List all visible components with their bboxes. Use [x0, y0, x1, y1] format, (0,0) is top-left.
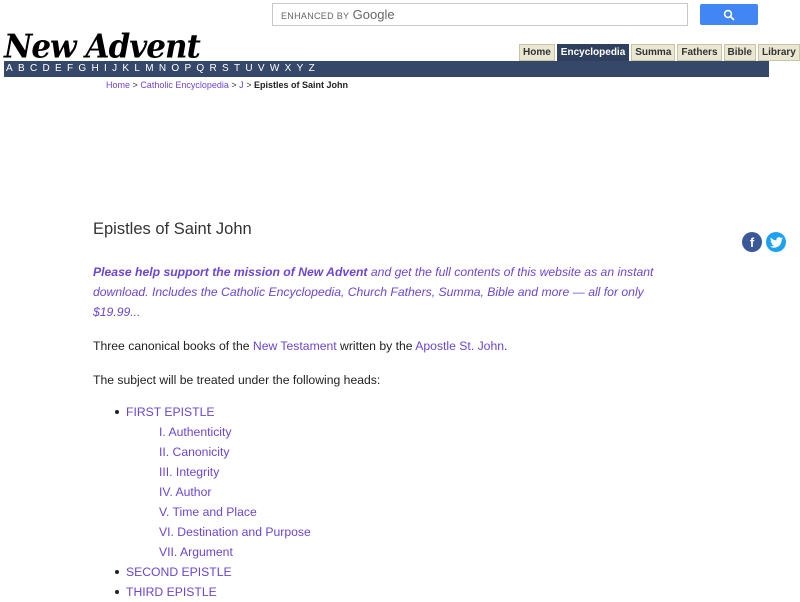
support-bold-link[interactable]: Please help support the mission of New A… [93, 265, 368, 279]
link-authenticity[interactable]: I. Authenticity [159, 425, 232, 439]
alphabet-link-o[interactable]: O [171, 61, 179, 77]
heads-intro: The subject will be treated under the fo… [93, 373, 381, 387]
alphabet-link-t[interactable]: T [234, 61, 240, 77]
alphabet-link-y[interactable]: Y [297, 61, 304, 77]
alphabet-link-z[interactable]: Z [309, 61, 315, 77]
search-button[interactable] [700, 4, 758, 25]
search-brand-name: Google [352, 7, 395, 22]
top-nav: Home Encyclopedia Summa Fathers Bible Li… [519, 44, 800, 61]
alphabet-link-b[interactable]: B [18, 61, 25, 77]
link-integrity[interactable]: III. Integrity [159, 465, 219, 479]
nav-summa[interactable]: Summa [631, 44, 676, 61]
list-item: II. Canonicity [126, 442, 693, 462]
alphabet-link-r[interactable]: R [209, 61, 216, 77]
alphabet-link-f[interactable]: F [67, 61, 73, 77]
link-first-epistle[interactable]: FIRST EPISTLE [126, 405, 215, 419]
alphabet-link-n[interactable]: N [159, 61, 166, 77]
search-brand-prefix: ENHANCED BY [281, 11, 350, 21]
breadcrumb-home[interactable]: Home [106, 80, 130, 90]
list-item: VII. Argument [126, 542, 693, 562]
social-share: f [742, 232, 786, 252]
alphabet-link-k[interactable]: K [122, 61, 129, 77]
link-second-epistle[interactable]: SECOND EPISTLE [126, 565, 232, 579]
alphabet-link-v[interactable]: V [258, 61, 265, 77]
alphabet-link-j[interactable]: J [112, 61, 117, 77]
list-item: V. Time and Place [126, 502, 693, 522]
link-apostle-john[interactable]: Apostle St. John [415, 339, 504, 353]
breadcrumb-encyclopedia[interactable]: Catholic Encyclopedia [140, 80, 229, 90]
nav-bible[interactable]: Bible [723, 44, 756, 61]
alphabet-link-p[interactable]: P [184, 61, 191, 77]
list-item: FIRST EPISTLE I. Authenticity II. Canoni… [93, 402, 693, 562]
alphabet-link-a[interactable]: A [6, 61, 13, 77]
alphabet-link-w[interactable]: W [270, 61, 279, 77]
contents-list: FIRST EPISTLE I. Authenticity II. Canoni… [93, 402, 693, 602]
list-item: VI. Destination and Purpose [126, 522, 693, 542]
breadcrumb-letter[interactable]: J [239, 80, 244, 90]
nav-library[interactable]: Library [757, 44, 800, 61]
list-item: I. Authenticity [126, 422, 693, 442]
alphabet-link-q[interactable]: Q [196, 61, 204, 77]
first-epistle-sublist: I. Authenticity II. Canonicity III. Inte… [126, 422, 693, 562]
alphabet-link-u[interactable]: U [245, 61, 252, 77]
nav-fathers[interactable]: Fathers [677, 44, 722, 61]
link-author[interactable]: IV. Author [159, 485, 211, 499]
intro-paragraph: Three canonical books of the New Testame… [93, 339, 508, 353]
alphabet-link-d[interactable]: D [42, 61, 49, 77]
list-item: IV. Author [126, 482, 693, 502]
link-destination-purpose[interactable]: VI. Destination and Purpose [159, 525, 311, 539]
twitter-icon[interactable] [766, 232, 786, 252]
link-new-testament[interactable]: New Testament [253, 339, 337, 353]
breadcrumb: Home > Catholic Encyclopedia > J > Epist… [106, 80, 348, 90]
alphabet-link-m[interactable]: M [145, 61, 153, 77]
alphabet-link-s[interactable]: S [222, 61, 229, 77]
link-third-epistle[interactable]: THIRD EPISTLE [126, 585, 217, 599]
search-icon [723, 9, 735, 21]
facebook-icon[interactable]: f [742, 232, 762, 252]
nav-home[interactable]: Home [519, 44, 555, 61]
alphabet-link-c[interactable]: C [30, 61, 37, 77]
link-canonicity[interactable]: II. Canonicity [159, 445, 229, 459]
article: Epistles of Saint John Please help suppo… [93, 220, 693, 602]
alphabet-link-h[interactable]: H [91, 61, 98, 77]
page-title: Epistles of Saint John [93, 220, 252, 238]
alphabet-link-i[interactable]: I [104, 61, 107, 77]
alphabet-link-l[interactable]: L [134, 61, 140, 77]
list-item: III. Integrity [126, 462, 693, 482]
nav-encyclopedia[interactable]: Encyclopedia [556, 44, 630, 61]
search-input[interactable]: ENHANCED BY Google [272, 3, 688, 26]
alphabet-bar: ABCDEFGHIJKLMNOPQRSTUVWXYZ [4, 61, 769, 77]
list-item: THIRD EPISTLE [93, 582, 693, 602]
alphabet-link-g[interactable]: G [78, 61, 86, 77]
list-item: SECOND EPISTLE [93, 562, 693, 582]
link-argument[interactable]: VII. Argument [159, 545, 233, 559]
alphabet-link-e[interactable]: E [55, 61, 62, 77]
support-banner[interactable]: Please help support the mission of New A… [93, 262, 693, 322]
alphabet-link-x[interactable]: X [285, 61, 292, 77]
link-time-place[interactable]: V. Time and Place [159, 505, 257, 519]
breadcrumb-current: Epistles of Saint John [253, 80, 348, 90]
